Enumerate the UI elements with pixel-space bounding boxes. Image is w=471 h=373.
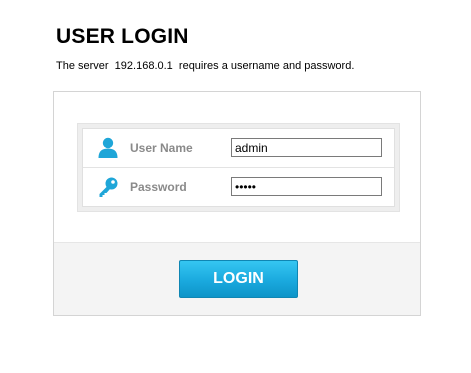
password-label: Password: [130, 180, 187, 194]
user-icon: [97, 137, 119, 159]
username-row: User Name: [83, 129, 394, 168]
key-icon: [97, 176, 119, 198]
credentials-box: User Name Password: [77, 123, 400, 212]
server-message: The server 192.168.0.1 requires a userna…: [56, 60, 355, 72]
username-label: User Name: [130, 141, 193, 155]
page-title: USER LOGIN: [56, 25, 189, 48]
username-input[interactable]: [231, 138, 382, 157]
password-row: Password: [83, 168, 394, 206]
password-input[interactable]: [231, 177, 382, 196]
credentials-form: User Name Password: [82, 128, 395, 207]
login-page: USER LOGIN The server 192.168.0.1 requir…: [0, 0, 471, 373]
login-button[interactable]: LOGIN: [179, 260, 298, 298]
login-panel: User Name Password LOGIN: [53, 91, 421, 316]
